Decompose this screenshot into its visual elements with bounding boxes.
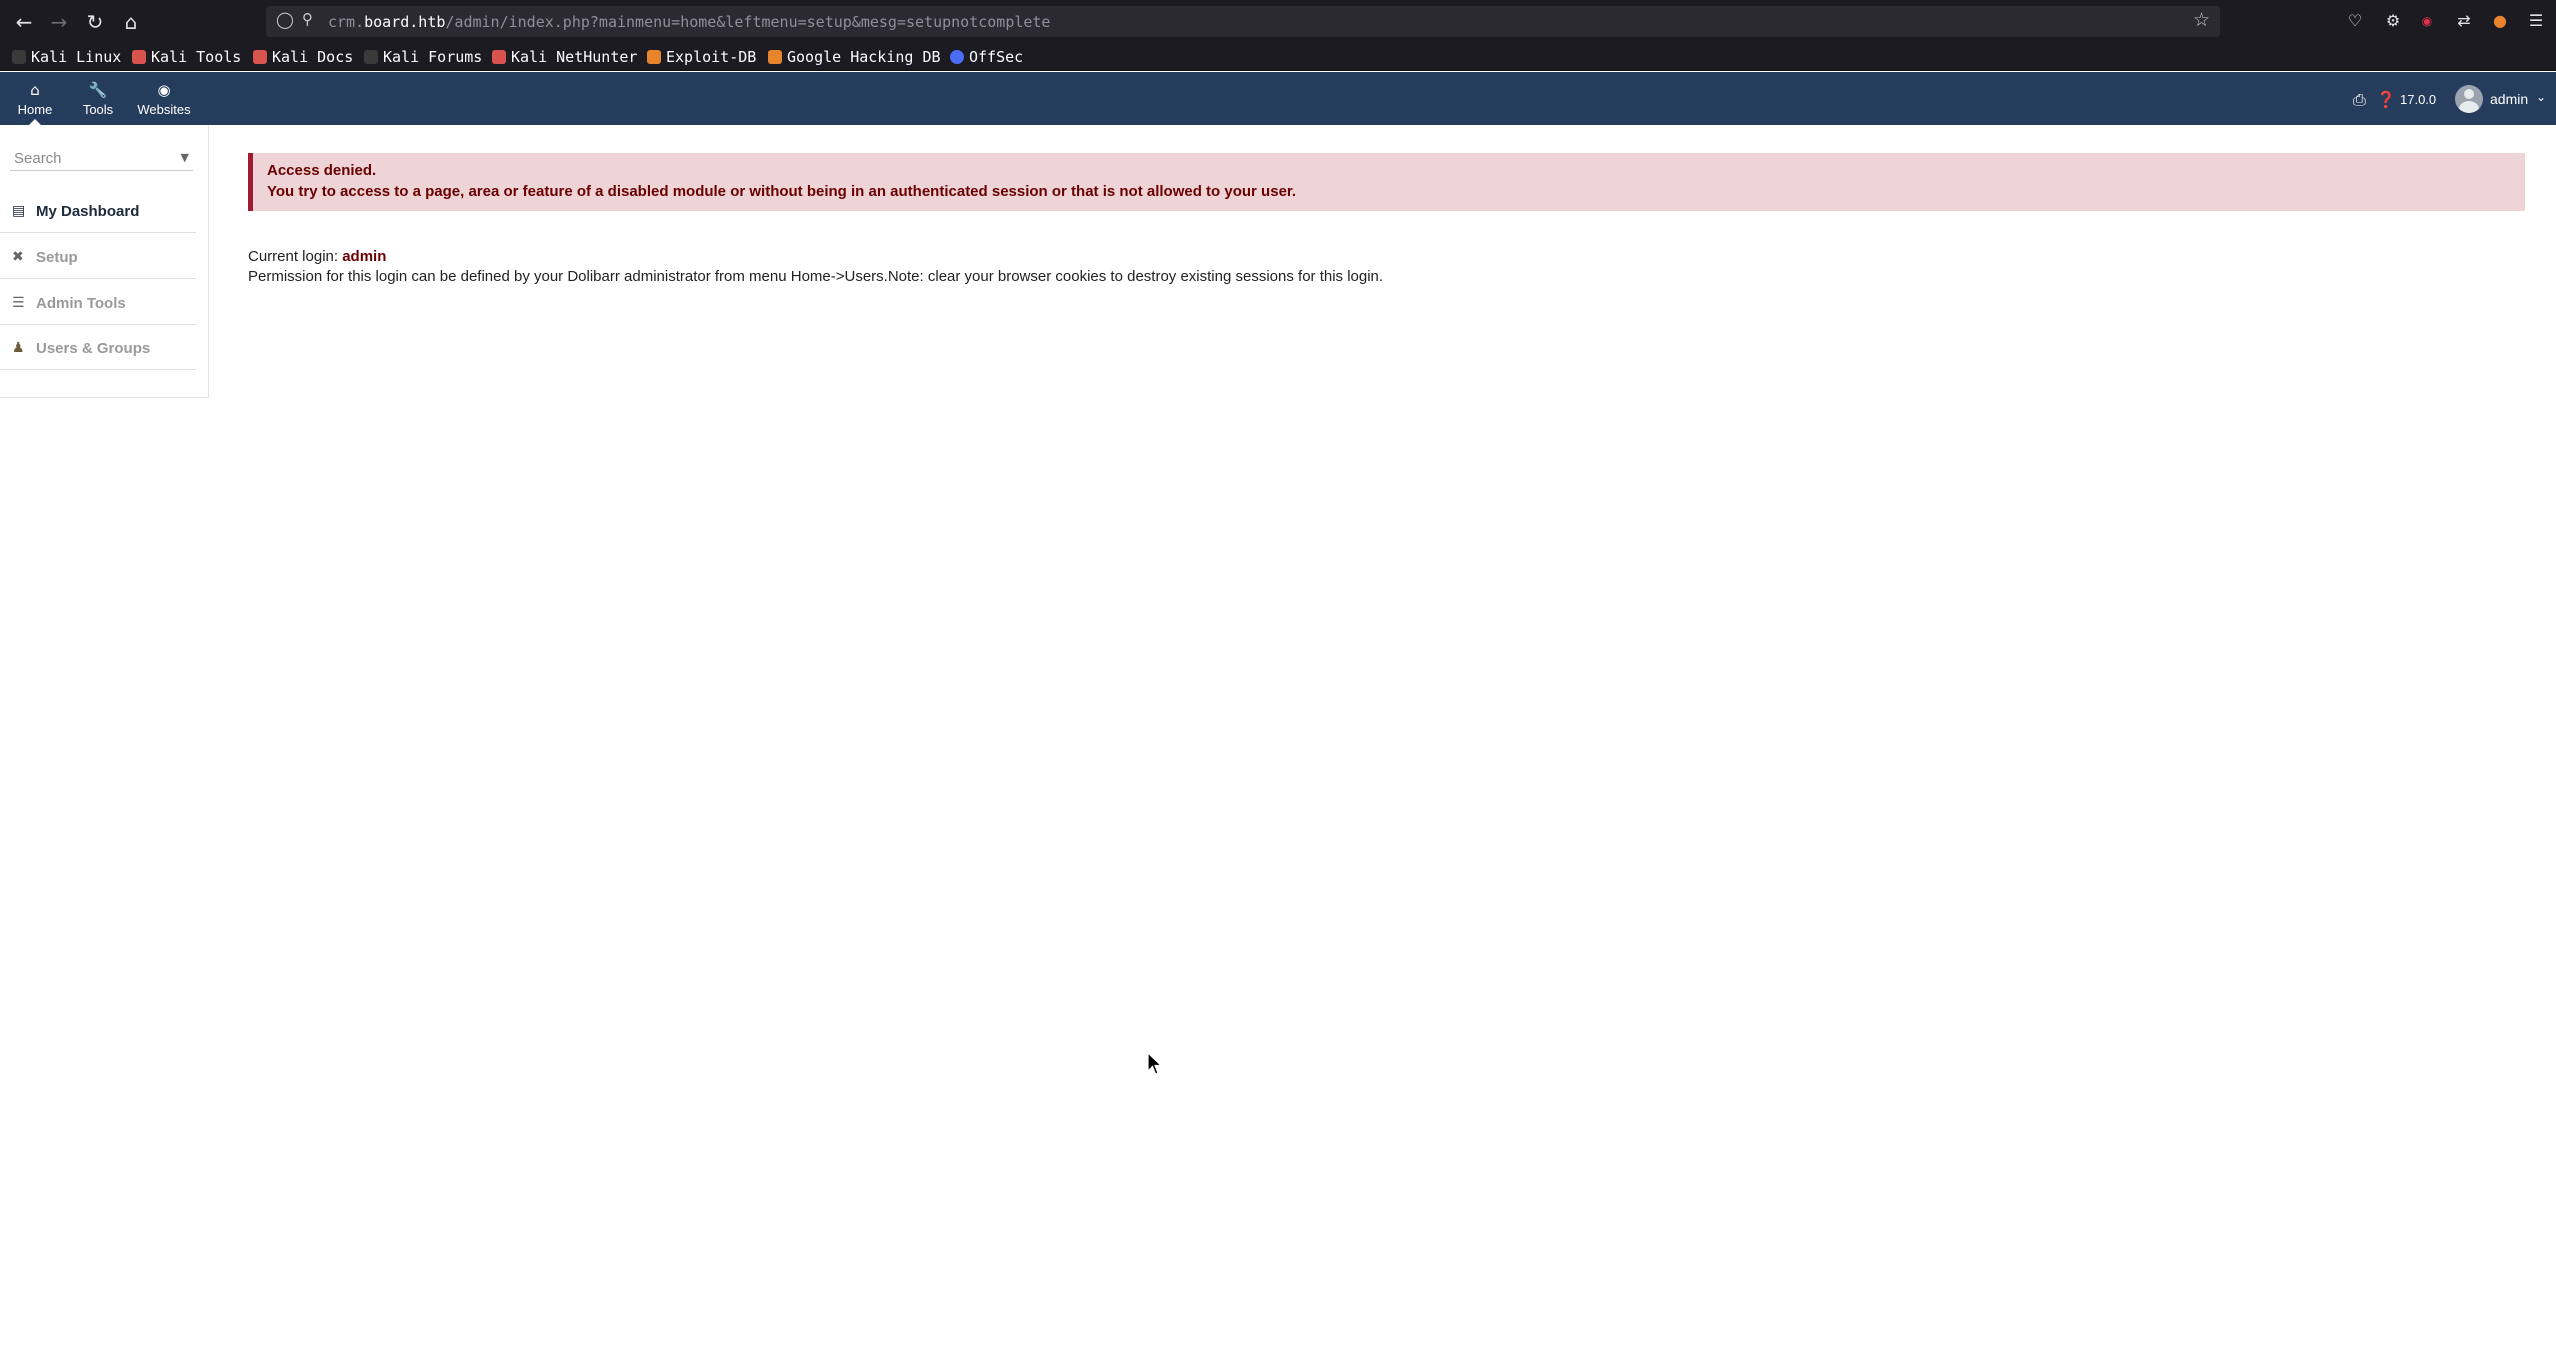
- alert-title: Access denied.: [267, 162, 377, 179]
- bookmark-offsec[interactable]: OffSec: [950, 47, 1023, 67]
- leftmenu-label: Admin Tools: [36, 295, 126, 312]
- access-denied-alert: Access denied. You try to access to a pa…: [248, 153, 2525, 211]
- bookmark-kali-docs[interactable]: Kali Docs: [253, 47, 353, 67]
- kali-tools-icon: [132, 50, 146, 64]
- url-path: /admin/index.php?mainmenu=home&leftmenu=…: [445, 13, 1051, 31]
- home-icon[interactable]: ⌂: [117, 8, 145, 36]
- kali-docs-icon: [253, 50, 267, 64]
- topmenu-websites[interactable]: ◉ Websites: [129, 72, 199, 125]
- chevron-down-icon[interactable]: ⌄: [2536, 90, 2546, 104]
- lock-icon[interactable]: ⚲: [302, 10, 313, 28]
- url-bar[interactable]: ◯ ⚲ crm.board.htb/admin/index.php?mainme…: [266, 6, 2220, 37]
- bookmark-label: Kali NetHunter: [511, 48, 638, 66]
- pocket-icon[interactable]: ♡: [2344, 10, 2366, 32]
- login-user: admin: [342, 248, 387, 265]
- top-menu: ⌂ Home 🔧 Tools ◉ Websites ⎙ ❓ 17.0.0 adm…: [0, 72, 2556, 125]
- bookmarks-bar: Kali Linux Kali Tools Kali Docs Kali For…: [0, 43, 2556, 71]
- leftmenu-label: My Dashboard: [36, 203, 140, 220]
- exploit-db-icon: [647, 50, 661, 64]
- bookmark-kali-linux[interactable]: Kali Linux: [12, 47, 121, 67]
- bookmark-label: Exploit-DB: [666, 48, 757, 66]
- leftmenu-label: Users & Groups: [36, 340, 151, 357]
- user-icon: ♟: [12, 340, 25, 356]
- reload-icon[interactable]: ↻: [81, 8, 109, 36]
- topmenu-label: Home: [17, 102, 53, 117]
- topmenu-label: Websites: [137, 102, 191, 117]
- extensions-icon[interactable]: ⚙: [2382, 10, 2404, 32]
- alert-message: You try to access to a page, area or fea…: [267, 183, 1297, 200]
- url-host-prefix: crm.: [328, 13, 365, 31]
- search-placeholder: Search: [14, 150, 62, 167]
- star-icon[interactable]: ☆: [2193, 9, 2210, 31]
- kali-forums-icon: [364, 50, 378, 64]
- tools-icon: ✖: [12, 249, 24, 265]
- browser-toolbar: ← → ↻ ⌂ ◯ ⚲ crm.board.htb/admin/index.ph…: [0, 0, 2556, 43]
- topmenu-label: Tools: [82, 102, 114, 117]
- chart-icon: ▤: [12, 203, 26, 219]
- globe-icon: ◉: [157, 81, 171, 99]
- login-label: Current login:: [248, 248, 343, 265]
- topmenu-tools[interactable]: 🔧 Tools: [63, 72, 133, 125]
- ghdb-icon: [768, 50, 782, 64]
- help-icon[interactable]: ❓: [2376, 90, 2396, 109]
- ublock-icon[interactable]: ◉: [2416, 10, 2438, 32]
- print-icon[interactable]: ⎙: [2353, 90, 2366, 110]
- bookmark-label: Google Hacking DB: [787, 48, 941, 66]
- permission-note: Permission for this login can be defined…: [248, 268, 1384, 285]
- bookmark-kali-forums[interactable]: Kali Forums: [364, 47, 482, 67]
- bookmark-kali-nethunter[interactable]: Kali NetHunter: [492, 47, 637, 67]
- version-label: 17.0.0: [2400, 92, 2437, 107]
- bookmark-label: Kali Linux: [31, 48, 122, 66]
- leftmenu-users-groups[interactable]: ♟ Users & Groups: [0, 326, 196, 370]
- caret-down-icon: ▼: [180, 151, 189, 164]
- wrench-icon: 🔧: [88, 81, 108, 99]
- offsec-icon: [950, 50, 964, 64]
- bookmark-google-hacking-db[interactable]: Google Hacking DB: [768, 47, 941, 67]
- menu-icon[interactable]: ☰: [2525, 10, 2547, 32]
- leftmenu-admin-tools[interactable]: ☰ Admin Tools: [0, 281, 196, 325]
- leftmenu-label: Setup: [36, 249, 78, 266]
- mouse-cursor-icon: [1147, 1052, 1163, 1075]
- bookmark-kali-tools[interactable]: Kali Tools: [132, 47, 241, 67]
- list-icon: ☰: [12, 295, 25, 311]
- topmenu-home[interactable]: ⌂ Home: [0, 72, 70, 125]
- kali-icon: [12, 50, 26, 64]
- bookmark-label: OffSec: [969, 48, 1024, 66]
- bookmark-label: Kali Forums: [383, 48, 483, 66]
- back-icon[interactable]: ←: [10, 8, 38, 36]
- leftmenu-my-dashboard[interactable]: ▤ My Dashboard: [0, 189, 196, 233]
- nethunter-icon: [492, 50, 506, 64]
- leftmenu-setup[interactable]: ✖ Setup: [0, 235, 196, 279]
- user-name[interactable]: admin: [2490, 91, 2528, 107]
- sync-icon[interactable]: ⇄: [2453, 10, 2475, 32]
- home-icon: ⌂: [30, 81, 40, 99]
- forward-icon[interactable]: →: [45, 8, 73, 36]
- left-menu: Search ▼ ▤ My Dashboard ✖ Setup ☰ Admin …: [0, 125, 209, 398]
- url-host: board.htb: [364, 13, 446, 31]
- search-select[interactable]: Search ▼: [10, 145, 193, 171]
- shield-icon[interactable]: ◯: [276, 10, 294, 29]
- url-text[interactable]: crm.board.htb/admin/index.php?mainmenu=h…: [328, 13, 1050, 31]
- bookmark-exploit-db[interactable]: Exploit-DB: [647, 47, 756, 67]
- bookmark-label: Kali Docs: [272, 48, 354, 66]
- avatar[interactable]: [2455, 85, 2483, 113]
- current-login: Current login: admin: [248, 248, 386, 265]
- bookmark-label: Kali Tools: [151, 48, 242, 66]
- account-icon[interactable]: ●: [2489, 10, 2511, 32]
